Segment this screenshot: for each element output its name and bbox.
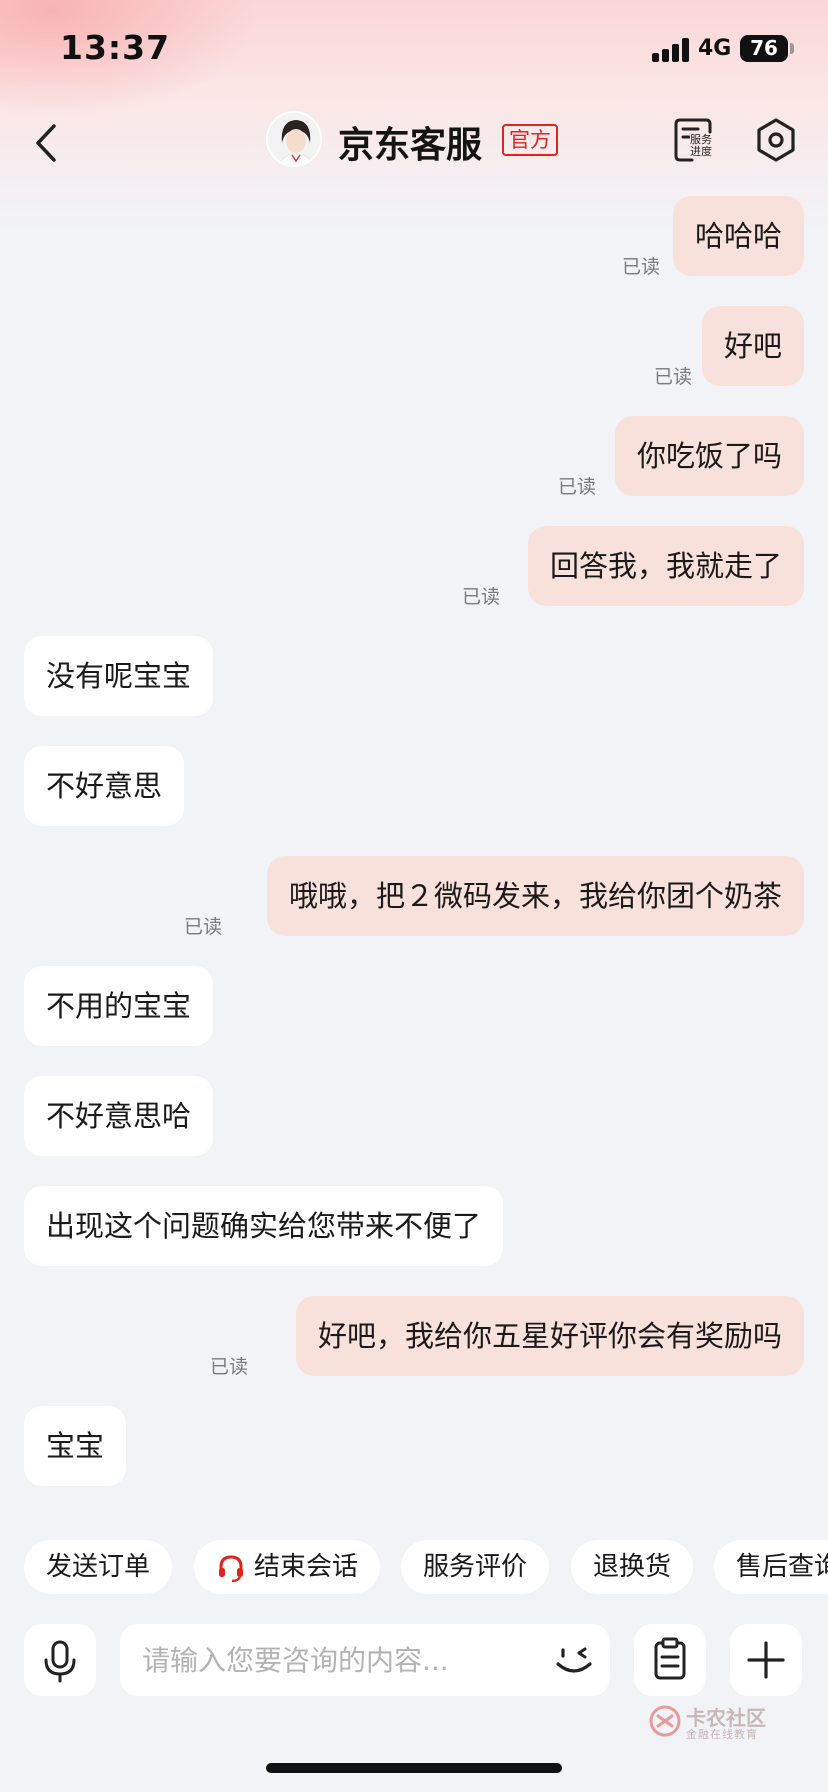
read-status: 已读 xyxy=(461,586,500,608)
message-input[interactable] xyxy=(120,1624,610,1696)
incoming-message: 不用的宝宝 xyxy=(24,966,214,1046)
signal-icon xyxy=(652,38,692,62)
incoming-message: 不好意思 xyxy=(24,746,185,826)
chat-header: 京东客服 官方 服务进度 xyxy=(0,100,828,190)
network-type: 4G xyxy=(698,36,732,61)
official-badge: 官方 xyxy=(502,124,558,156)
chip-label: 结束会话 xyxy=(254,1552,359,1582)
headset-icon xyxy=(219,1554,243,1582)
voice-button[interactable] xyxy=(24,1624,96,1696)
status-time: 13:37 xyxy=(60,28,171,67)
more-button[interactable] xyxy=(730,1624,802,1696)
outgoing-message: 哈哈哈 xyxy=(672,196,804,276)
status-bar: 13:37 4G 76 xyxy=(0,0,828,100)
battery-icon: 76 xyxy=(740,35,794,62)
incoming-message: 宝宝 xyxy=(24,1406,127,1486)
incoming-message: 不好意思哈 xyxy=(24,1076,214,1156)
read-status: 已读 xyxy=(209,1356,248,1378)
outgoing-message: 哦哦，把２微码发来，我给你团个奶茶 xyxy=(266,856,804,936)
clipboard-icon xyxy=(654,1637,686,1680)
chip-label: 发送订单 xyxy=(46,1552,151,1582)
service-rating-chip[interactable]: 服务评价 xyxy=(401,1540,550,1594)
wink-emoji-icon xyxy=(556,1647,592,1673)
incoming-message: 出现这个问题确实给您带来不便了 xyxy=(24,1186,504,1266)
settings-button[interactable] xyxy=(754,116,798,164)
incoming-message: 没有呢宝宝 xyxy=(24,636,214,716)
emoji-button[interactable] xyxy=(552,1638,596,1682)
back-button[interactable] xyxy=(28,118,68,168)
avatar xyxy=(266,111,322,167)
page-title: 京东客服 xyxy=(338,125,483,166)
quick-actions-bar: 发送订单 结束会话 服务评价 退换货 售后查询 xyxy=(24,1540,828,1594)
after-sales-query-chip[interactable]: 售后查询 xyxy=(714,1540,828,1594)
chip-label: 退换货 xyxy=(593,1552,672,1582)
outgoing-message: 好吧，我给你五星好评你会有奖励吗 xyxy=(295,1296,804,1376)
chip-label: 售后查询 xyxy=(736,1552,828,1582)
service-progress-label: 服务进度 xyxy=(690,134,720,158)
return-exchange-chip[interactable]: 退换货 xyxy=(571,1540,694,1594)
clipboard-button[interactable] xyxy=(634,1624,706,1696)
outgoing-message: 回答我，我就走了 xyxy=(527,526,804,606)
home-indicator[interactable] xyxy=(266,1763,562,1773)
hexagon-settings-icon xyxy=(757,118,795,162)
chip-label: 服务评价 xyxy=(423,1552,528,1582)
end-session-chip[interactable]: 结束会话 xyxy=(194,1540,381,1594)
outgoing-message: 你吃饭了吗 xyxy=(614,416,804,496)
chevron-left-icon xyxy=(36,124,56,162)
watermark: 卡农社区 金融在线教育 xyxy=(648,1702,778,1742)
watermark-logo-icon xyxy=(649,1705,681,1737)
microphone-icon xyxy=(44,1640,76,1683)
read-status: 已读 xyxy=(183,916,222,938)
read-status: 已读 xyxy=(557,476,596,498)
read-status: 已读 xyxy=(621,256,660,278)
send-order-chip[interactable]: 发送订单 xyxy=(24,1540,173,1594)
outgoing-message: 好吧 xyxy=(701,306,804,386)
watermark-subtitle: 金融在线教育 xyxy=(686,1728,758,1741)
read-status: 已读 xyxy=(653,366,692,388)
plus-icon xyxy=(747,1641,785,1679)
service-progress-button[interactable]: 服务进度 xyxy=(672,114,720,164)
